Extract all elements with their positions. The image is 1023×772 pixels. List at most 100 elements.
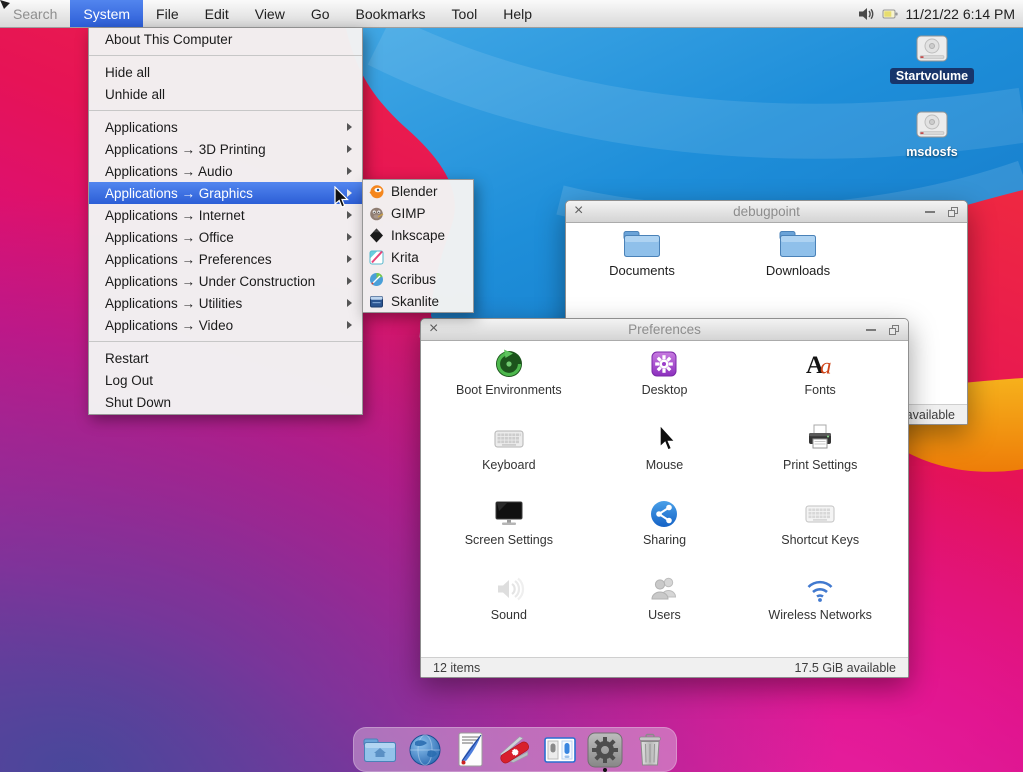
swiss-knife-icon bbox=[496, 731, 534, 769]
minimize-icon[interactable] bbox=[925, 211, 935, 213]
item-count-status: 12 items bbox=[433, 661, 480, 675]
close-icon[interactable]: × bbox=[429, 319, 438, 340]
scribus-icon bbox=[369, 272, 384, 287]
keyboard-icon bbox=[493, 423, 525, 455]
dock bbox=[353, 727, 677, 772]
menu-item-hide-all[interactable]: Hide all bbox=[89, 61, 362, 83]
menubar-item-go[interactable]: Go bbox=[298, 0, 343, 27]
menubar-item-view[interactable]: View bbox=[242, 0, 298, 27]
pref-item-label: Sound bbox=[491, 608, 527, 622]
menu-item-applications-utilities[interactable]: Applications → Utilities bbox=[89, 292, 362, 314]
pref-item-label: Wireless Networks bbox=[768, 608, 872, 622]
menu-item-restart[interactable]: Restart bbox=[89, 347, 362, 369]
desktop-screen: Search System File Edit View Go Bookmark… bbox=[0, 0, 1023, 772]
submenu-item-krita[interactable]: Krita bbox=[363, 246, 473, 268]
corner-arrow-icon bbox=[0, 0, 11, 10]
shortcut-keys-icon bbox=[804, 498, 836, 530]
submenu-item-skanlite[interactable]: Skanlite bbox=[363, 290, 473, 312]
volume-icon[interactable] bbox=[858, 7, 875, 21]
dock-item-dual-pane-panels[interactable] bbox=[541, 731, 579, 769]
dock-item-home-folder[interactable] bbox=[361, 731, 399, 769]
desktop-icon bbox=[648, 348, 680, 380]
menu-item-applications-preferences[interactable]: Applications → Preferences bbox=[89, 248, 362, 270]
svg-text:a: a bbox=[820, 354, 832, 379]
wireless-networks-icon bbox=[804, 573, 836, 605]
maximize-icon[interactable] bbox=[948, 207, 958, 217]
hard-drive-icon bbox=[914, 34, 950, 66]
dock-item-utilities-knife[interactable] bbox=[496, 731, 534, 769]
submenu-item-blender[interactable]: Blender bbox=[363, 180, 473, 202]
menu-item-applications-graphics[interactable]: Applications → Graphics bbox=[89, 182, 362, 204]
pref-item-shortcut-keys[interactable]: Shortcut Keys bbox=[742, 495, 898, 570]
menubar-item-tool[interactable]: Tool bbox=[439, 0, 491, 27]
pref-item-desktop[interactable]: Desktop bbox=[587, 345, 743, 420]
submenu-item-inkscape[interactable]: Inkscape bbox=[363, 224, 473, 246]
desktop-icon-startvolume[interactable]: Startvolume bbox=[893, 34, 971, 84]
skanlite-icon bbox=[369, 294, 384, 309]
menu-item-applications-audio[interactable]: Applications → Audio bbox=[89, 160, 362, 182]
pref-item-sharing[interactable]: Sharing bbox=[587, 495, 743, 570]
debugpoint-titlebar[interactable]: × debugpoint bbox=[566, 201, 967, 223]
menu-item-about[interactable]: About This Computer bbox=[89, 28, 362, 50]
menubar-item-bookmarks[interactable]: Bookmarks bbox=[343, 0, 439, 27]
desktop-icon-msdosfs[interactable]: msdosfs bbox=[893, 110, 971, 160]
folder-item-downloads[interactable]: Downloads bbox=[748, 228, 848, 278]
hard-drive-icon bbox=[914, 110, 950, 142]
menu-separator bbox=[89, 341, 362, 342]
pref-item-fonts[interactable]: A a Fonts bbox=[742, 345, 898, 420]
menu-item-applications-office[interactable]: Applications → Office bbox=[89, 226, 362, 248]
desktop-icon-label: msdosfs bbox=[900, 144, 963, 160]
preferences-titlebar[interactable]: × Preferences bbox=[421, 319, 908, 341]
folder-item-documents[interactable]: Documents bbox=[592, 228, 692, 278]
menu-item-applications-under-construction[interactable]: Applications → Under Construction bbox=[89, 270, 362, 292]
dock-item-trash[interactable] bbox=[631, 731, 669, 769]
submenu-arrow-icon bbox=[347, 167, 352, 175]
menu-item-log-out[interactable]: Log Out bbox=[89, 369, 362, 391]
gear-icon bbox=[586, 731, 624, 769]
pref-item-label: Desktop bbox=[642, 383, 688, 397]
pref-item-users[interactable]: Users bbox=[587, 570, 743, 645]
menu-item-applications-3d-printing[interactable]: Applications → 3D Printing bbox=[89, 138, 362, 160]
folder-label: Downloads bbox=[766, 263, 830, 278]
dock-item-web-browser[interactable] bbox=[406, 731, 444, 769]
pref-item-mouse[interactable]: Mouse bbox=[587, 420, 743, 495]
mouse-icon bbox=[648, 423, 680, 455]
preferences-window: × Preferences Boot Environments bbox=[420, 318, 909, 678]
pref-item-wireless-networks[interactable]: Wireless Networks bbox=[742, 570, 898, 645]
menu-item-applications-internet[interactable]: Applications → Internet bbox=[89, 204, 362, 226]
panels-icon bbox=[541, 731, 579, 769]
submenu-arrow-icon bbox=[347, 299, 352, 307]
menubar-item-file[interactable]: File bbox=[143, 0, 192, 27]
folder-icon bbox=[622, 228, 662, 261]
menu-item-applications-video[interactable]: Applications → Video bbox=[89, 314, 362, 336]
preferences-statusbar: 12 items 17.5 GiB available bbox=[421, 657, 908, 677]
submenu-arrow-icon bbox=[347, 123, 352, 131]
pref-item-print-settings[interactable]: Print Settings bbox=[742, 420, 898, 495]
pref-item-boot-environments[interactable]: Boot Environments bbox=[431, 345, 587, 420]
menu-item-unhide-all[interactable]: Unhide all bbox=[89, 83, 362, 105]
pref-item-keyboard[interactable]: Keyboard bbox=[431, 420, 587, 495]
menubar-item-edit[interactable]: Edit bbox=[192, 0, 242, 27]
system-menu: About This Computer Hide all Unhide all … bbox=[88, 28, 363, 415]
battery-icon[interactable] bbox=[882, 8, 899, 20]
menubar-item-system[interactable]: System bbox=[70, 0, 143, 27]
pref-item-sound[interactable]: Sound bbox=[431, 570, 587, 645]
submenu-item-gimp[interactable]: GIMP bbox=[363, 202, 473, 224]
trash-icon bbox=[631, 731, 669, 769]
preferences-grid: Boot Environments bbox=[431, 341, 898, 657]
menubar-clock[interactable]: 11/21/22 6:14 PM bbox=[906, 6, 1015, 22]
dock-item-text-editor[interactable] bbox=[451, 731, 489, 769]
menubar-item-help[interactable]: Help bbox=[490, 0, 545, 27]
pref-item-screen-settings[interactable]: Screen Settings bbox=[431, 495, 587, 570]
submenu-item-scribus[interactable]: Scribus bbox=[363, 268, 473, 290]
close-icon[interactable]: × bbox=[574, 201, 583, 222]
dock-item-settings-gear[interactable] bbox=[586, 731, 624, 769]
maximize-icon[interactable] bbox=[889, 325, 899, 335]
menu-item-applications[interactable]: Applications bbox=[89, 116, 362, 138]
krita-icon bbox=[369, 250, 384, 265]
globe-icon bbox=[406, 731, 444, 769]
menu-item-shut-down[interactable]: Shut Down bbox=[89, 391, 362, 413]
menu-separator bbox=[89, 55, 362, 56]
minimize-icon[interactable] bbox=[866, 329, 876, 331]
submenu-arrow-icon bbox=[347, 233, 352, 241]
